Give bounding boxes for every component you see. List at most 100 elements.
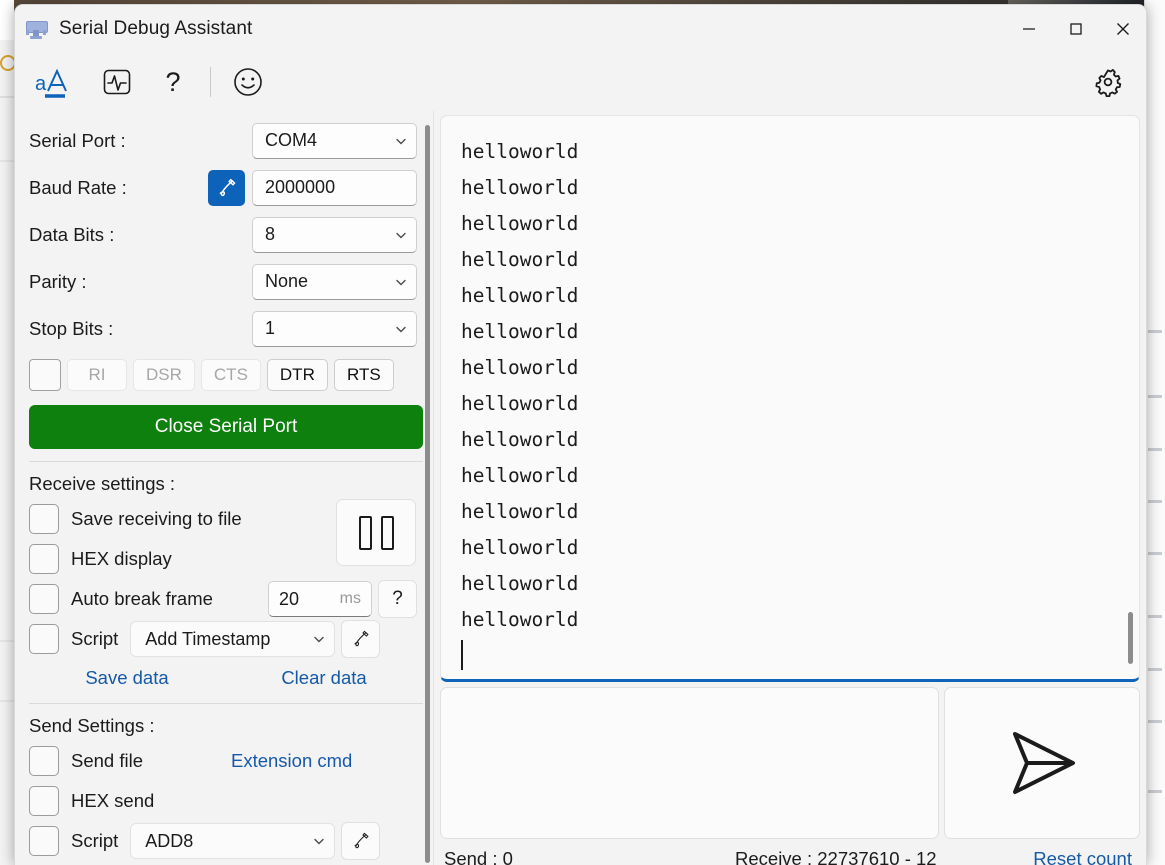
send-script-label: Script <box>71 830 119 851</box>
data-bits-value: 8 <box>265 224 276 244</box>
minimize-button[interactable] <box>1005 5 1052 53</box>
maximize-button[interactable] <box>1052 5 1099 53</box>
receive-script-edit-icon[interactable] <box>341 620 381 658</box>
window-controls <box>1005 5 1146 53</box>
divider-send <box>29 703 423 704</box>
receive-script-checkbox[interactable] <box>29 624 59 654</box>
font-size-icon[interactable]: a <box>27 59 89 105</box>
stop-bits-select[interactable]: 1 <box>252 310 417 347</box>
close-serial-port-button[interactable]: Close Serial Port <box>29 405 423 449</box>
signal-cts-button[interactable]: CTS <box>200 359 261 391</box>
send-file-row: Send file Extension cmd <box>29 741 417 781</box>
status-bar: Send : 0 Receive : 22737610 - 12 Reset c… <box>440 839 1140 865</box>
help-question-label: ? <box>165 66 181 97</box>
extension-cmd-link[interactable]: Extension cmd <box>231 750 352 772</box>
signal-toggle-checkbox[interactable] <box>29 359 61 391</box>
window-title: Serial Debug Assistant <box>59 18 253 39</box>
baud-rate-label: Baud Rate : <box>29 176 127 198</box>
receive-script-select[interactable]: Add Timestamp <box>130 621 336 657</box>
signal-ri-button[interactable]: RI <box>67 359 127 391</box>
auto-break-frame-input[interactable]: 20 ms <box>268 581 372 617</box>
title-bar: Serial Debug Assistant <box>15 5 1146 53</box>
auto-break-frame-help-icon[interactable]: ? <box>378 580 417 618</box>
receive-text-content: helloworld helloworld helloworld hellowo… <box>461 140 579 631</box>
auto-break-frame-checkbox[interactable] <box>29 584 59 614</box>
save-to-file-label: Save receiving to file <box>71 508 242 529</box>
serial-debug-assistant-window: Serial Debug Assistant a ? Serial Port:… <box>14 4 1147 865</box>
chevron-down-icon <box>396 326 406 332</box>
auto-break-frame-row: Auto break frame 20 ms ? <box>29 579 417 619</box>
signal-rts-button[interactable]: RTS <box>333 359 394 391</box>
send-script-checkbox[interactable] <box>29 826 59 856</box>
field-stop-bits: Stop Bits : 1 <box>29 305 417 352</box>
chevron-down-icon <box>396 138 406 144</box>
chevron-down-icon <box>396 279 406 285</box>
send-row <box>440 687 1140 839</box>
close-button[interactable] <box>1099 5 1146 53</box>
receive-caret <box>461 640 463 670</box>
toolbar-divider <box>210 67 211 97</box>
receive-script-label: Script <box>71 628 119 649</box>
receive-count-label: Receive : 22737610 - 12 <box>735 848 937 865</box>
settings-panel-scroll-thumb[interactable] <box>425 125 430 863</box>
settings-panel: Serial Port : COM4 Baud Rate : 2000000 D… <box>15 111 434 865</box>
pen-edit-icon[interactable] <box>208 169 245 206</box>
parity-value: None <box>265 271 309 291</box>
hex-display-label: HEX display <box>71 548 172 569</box>
signal-indicators-row: RI DSR CTS DTR RTS <box>29 354 417 396</box>
main-content: Serial Port : COM4 Baud Rate : 2000000 D… <box>15 111 1146 865</box>
divider-receive <box>29 461 423 462</box>
auto-break-frame-label: Auto break frame <box>71 588 213 609</box>
hex-send-checkbox[interactable] <box>29 786 59 816</box>
serial-port-label: Serial Port : <box>29 129 126 151</box>
receive-scroll-thumb[interactable] <box>1128 612 1133 664</box>
svg-text:a: a <box>35 73 47 95</box>
auto-break-frame-value: 20 <box>279 588 300 609</box>
help-question-icon[interactable]: ? <box>145 59 201 105</box>
send-script-edit-icon[interactable] <box>341 822 381 860</box>
baud-rate-value: 2000000 <box>265 177 336 197</box>
receive-script-row: Script Add Timestamp <box>29 619 417 659</box>
field-data-bits: Data Bits : 8 <box>29 211 417 258</box>
parity-select[interactable]: None <box>252 263 417 300</box>
receive-scrollbar[interactable] <box>1125 124 1135 672</box>
data-bits-label: Data Bits : <box>29 223 115 245</box>
save-data-link[interactable]: Save data <box>85 667 168 689</box>
send-textarea[interactable] <box>440 687 939 839</box>
receive-script-value: Add Timestamp <box>145 628 271 649</box>
serial-port-value: COM4 <box>265 130 318 150</box>
settings-panel-scrollbar[interactable] <box>422 119 432 865</box>
gear-icon[interactable] <box>1080 59 1136 105</box>
background-window-right <box>1144 0 1165 865</box>
waveform-icon[interactable] <box>89 59 145 105</box>
auto-break-frame-unit: ms <box>339 590 361 607</box>
save-to-file-checkbox[interactable] <box>29 504 59 534</box>
clear-data-link[interactable]: Clear data <box>281 667 366 689</box>
send-count-label: Send : 0 <box>444 848 513 865</box>
receive-actions: Save data Clear data <box>29 667 423 689</box>
send-paper-plane-icon[interactable] <box>944 687 1140 839</box>
baud-rate-input[interactable]: 2000000 <box>252 169 417 206</box>
reset-count-link[interactable]: Reset count <box>1033 848 1132 865</box>
chevron-down-icon <box>314 838 324 845</box>
serial-port-select[interactable]: COM4 <box>252 122 417 159</box>
send-script-select[interactable]: ADD8 <box>130 823 336 859</box>
app-icon <box>25 18 48 40</box>
stop-bits-label: Stop Bits : <box>29 317 114 339</box>
hex-send-row: HEX send <box>29 781 417 821</box>
signal-dsr-button[interactable]: DSR <box>133 359 195 391</box>
field-baud-rate: Baud Rate : 2000000 <box>29 164 417 211</box>
hex-send-label: HEX send <box>71 790 155 811</box>
field-serial-port: Serial Port : COM4 <box>29 117 417 164</box>
receive-textarea[interactable]: helloworld helloworld helloworld hellowo… <box>440 115 1140 682</box>
chevron-down-icon <box>314 636 324 643</box>
hex-display-checkbox[interactable] <box>29 544 59 574</box>
emoji-smiley-icon[interactable] <box>220 59 276 105</box>
data-bits-select[interactable]: 8 <box>252 216 417 253</box>
send-script-row: Script ADD8 <box>29 821 417 861</box>
signal-dtr-button[interactable]: DTR <box>266 359 328 391</box>
parity-label: Parity : <box>29 270 87 292</box>
send-file-checkbox[interactable] <box>29 746 59 776</box>
send-file-label: Send file <box>71 750 143 771</box>
pause-icon[interactable] <box>336 499 416 566</box>
